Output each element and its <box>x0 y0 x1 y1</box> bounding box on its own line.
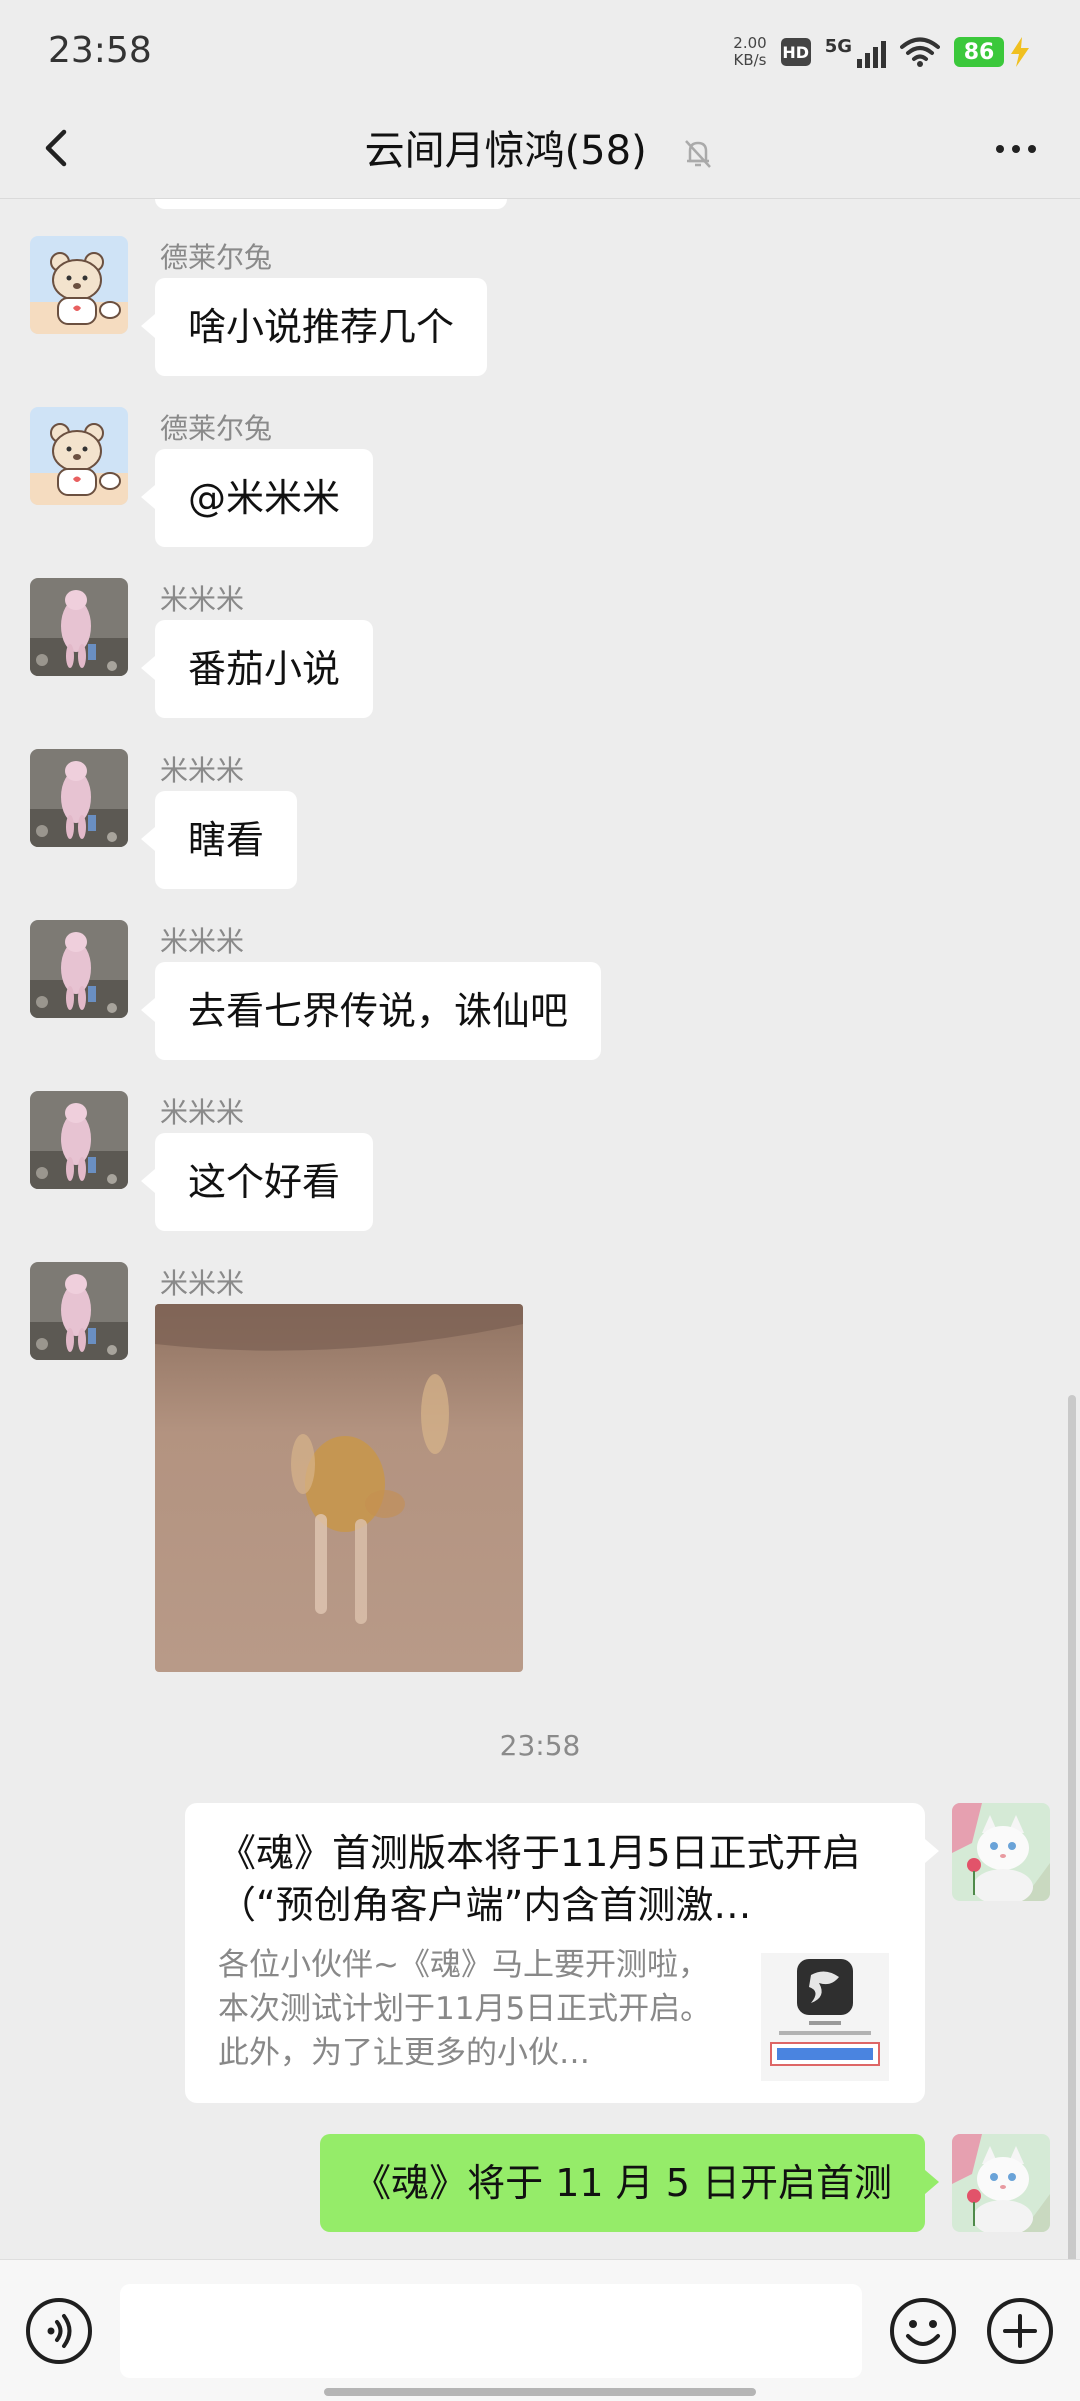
game-logo-thumbnail <box>761 1953 889 2081</box>
status-time: 23:58 <box>48 30 152 71</box>
more-icon[interactable] <box>988 126 1044 172</box>
sender-name: 米米米 <box>160 1096 245 1129</box>
pig-avatar[interactable] <box>30 1262 128 1360</box>
sender-name: 米米米 <box>160 1267 245 1300</box>
pig-avatar[interactable] <box>30 578 128 676</box>
net-speed-unit: KB/s <box>733 51 767 69</box>
hd-icon: HD <box>780 38 811 66</box>
cropped-message-bubble[interactable] <box>155 199 507 209</box>
sender-name: 德莱尔兔 <box>160 241 273 274</box>
bear-avatar[interactable] <box>30 236 128 334</box>
message-bubble[interactable]: 番茄小说 <box>140 620 374 718</box>
plus-icon[interactable] <box>985 2296 1055 2366</box>
message-list[interactable]: 德莱尔兔 啥小说推荐几个 德莱尔兔 @米米米 米米米 番茄小说 米米米 瞎看 米… <box>0 199 1080 2259</box>
home-indicator[interactable] <box>324 2388 756 2396</box>
running-dog-photo[interactable] <box>155 1304 523 1672</box>
link-card[interactable]: 《魂》首测版本将于11月5日正式开启（“预创角客户端”内含首测激… 各位小伙伴~… <box>185 1803 939 2103</box>
cat-avatar[interactable] <box>952 1803 1050 1901</box>
input-bar <box>0 2259 1080 2401</box>
network-type: 5G <box>824 36 852 57</box>
sender-name: 米米米 <box>160 754 245 787</box>
message-bubble[interactable]: 瞎看 <box>140 791 298 889</box>
net-speed: 2.00 KB/s <box>733 35 766 69</box>
net-speed-value: 2.00 <box>733 34 767 52</box>
status-icons: 2.00 KB/s HD 5G 86 <box>733 30 1032 74</box>
emoji-icon[interactable] <box>888 2296 958 2366</box>
sender-name: 米米米 <box>160 925 245 958</box>
wifi-icon <box>900 37 940 67</box>
mute-bell-icon <box>685 140 712 168</box>
message-bubble[interactable]: 去看七界传说，诛仙吧 <box>140 962 602 1060</box>
sender-name: 米米米 <box>160 583 245 616</box>
charging-icon <box>1011 37 1029 67</box>
pig-avatar[interactable] <box>30 920 128 1018</box>
message-bubble[interactable]: @米米米 <box>140 449 374 547</box>
message-bubble[interactable]: 这个好看 <box>140 1133 374 1231</box>
chat-title: 云间月惊鸿(58) <box>0 118 1080 176</box>
scrollbar[interactable] <box>1068 1395 1076 2259</box>
link-card-description: 各位小伙伴~《魂》马上要开测啦，本次测试计划于11月5日正式开启。此外，为了让更… <box>218 1947 712 2071</box>
signal-icon: 5G <box>825 36 886 68</box>
message-input[interactable] <box>120 2284 862 2378</box>
battery-level: 86 <box>954 37 1004 67</box>
chat-title-text: 云间月惊鸿(58) <box>364 128 647 174</box>
message-timestamp: 23:58 <box>499 1729 581 1762</box>
cat-avatar[interactable] <box>952 2134 1050 2232</box>
sender-name: 德莱尔兔 <box>160 412 273 445</box>
status-bar: 23:58 2.00 KB/s HD 5G 86 <box>0 0 1080 104</box>
sent-message-bubble[interactable]: 《魂》将于 11 月 5 日开启首测 <box>320 2134 939 2232</box>
bear-avatar[interactable] <box>30 407 128 505</box>
voice-icon[interactable] <box>24 2296 94 2366</box>
link-card-title: 《魂》首测版本将于11月5日正式开启（“预创角客户端”内含首测激… <box>218 1831 861 1927</box>
title-bar: 云间月惊鸿(58) <box>0 104 1080 196</box>
message-bubble[interactable]: 啥小说推荐几个 <box>140 278 488 376</box>
pig-avatar[interactable] <box>30 749 128 847</box>
pig-avatar[interactable] <box>30 1091 128 1189</box>
battery-icon: 86 <box>954 36 1032 68</box>
